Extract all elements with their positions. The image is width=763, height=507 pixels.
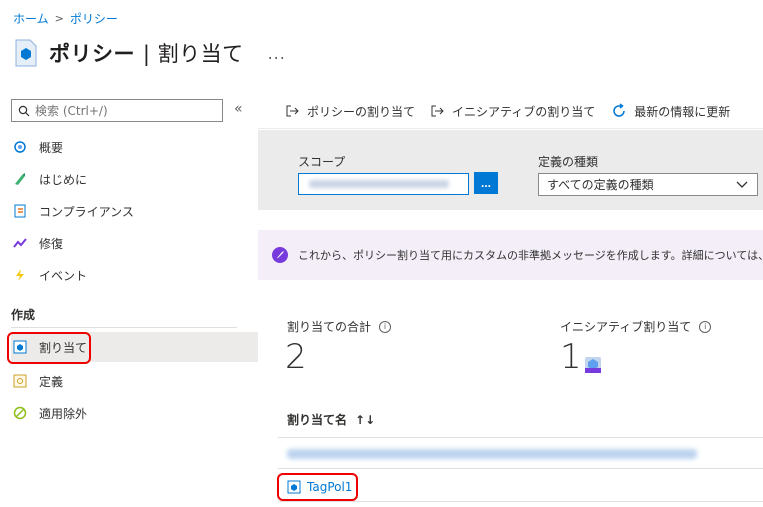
getting-started-icon: [13, 172, 27, 186]
table-header-divider: [278, 437, 763, 438]
info-icon[interactable]: i: [699, 320, 712, 333]
collapse-sidebar-button[interactable]: «: [234, 101, 243, 117]
info-banner: これから、ポリシー割り当て用にカスタムの非準拠メッセージを作成します。詳細につい…: [258, 230, 763, 280]
definitions-icon: [13, 374, 27, 388]
sidebar-item-getting-started[interactable]: はじめに: [11, 164, 258, 194]
highlight-box-assignments: [7, 332, 91, 364]
breadcrumb-separator-icon: >: [54, 12, 64, 25]
scope-picker-button[interactable]: ...: [474, 172, 498, 194]
command-bar: ポリシーの割り当て イニシアティブの割り当て 最新の情報に更新: [258, 96, 730, 126]
sidebar-item-overview[interactable]: 概要: [11, 132, 258, 162]
highlight-box-tagpol1: [277, 473, 358, 501]
refresh-button[interactable]: 最新の情報に更新: [611, 103, 730, 120]
remediation-icon: [13, 236, 27, 250]
sort-icon[interactable]: ↑↓: [355, 413, 375, 427]
initiative-icon: [585, 357, 601, 373]
sidebar-search[interactable]: [11, 99, 223, 122]
sidebar-item-remediation[interactable]: 修復: [11, 228, 258, 258]
sidebar-item-exemptions[interactable]: 適用除外: [11, 398, 258, 428]
refresh-icon: [613, 103, 626, 117]
definition-type-label: 定義の種類: [538, 155, 599, 169]
total-assignments-value: 2: [285, 337, 307, 377]
exemptions-icon: [13, 406, 27, 420]
sidebar-item-events[interactable]: イベント: [11, 260, 258, 290]
scope-value-redacted: [309, 180, 449, 188]
assign-arrow-icon: [431, 105, 444, 117]
breadcrumb: ホーム > ポリシー: [13, 10, 118, 27]
sidebar-section-authoring: 作成: [11, 308, 36, 322]
table-row-divider: [278, 468, 763, 469]
definition-type-select[interactable]: すべての定義の種類: [538, 173, 758, 196]
more-options-button[interactable]: ...: [268, 44, 286, 63]
toolbar-divider: [258, 128, 763, 129]
assign-policy-button[interactable]: ポリシーの割り当て: [286, 103, 415, 120]
info-icon[interactable]: i: [379, 320, 392, 333]
compliance-icon: [13, 204, 27, 218]
scope-input[interactable]: [298, 173, 469, 195]
policy-assignment-icon: [15, 39, 37, 67]
table-row-redacted[interactable]: [287, 449, 697, 459]
overview-icon: [13, 140, 27, 154]
events-icon: [13, 268, 27, 282]
initiative-assignments-value: 1: [560, 337, 582, 377]
sidebar-divider: [11, 327, 237, 328]
assign-initiative-button[interactable]: イニシアティブの割り当て: [431, 103, 595, 120]
page-header: ポリシー | 割り当て ...: [13, 38, 286, 68]
assign-arrow-icon: [286, 105, 299, 117]
initiative-assignments-label: イニシアティブ割り当て i: [560, 318, 712, 335]
breadcrumb-home[interactable]: ホーム: [13, 10, 49, 27]
table-row-divider: [278, 501, 763, 502]
scope-label: スコープ: [298, 155, 346, 169]
search-input[interactable]: [35, 103, 215, 118]
search-icon: [18, 105, 30, 116]
breadcrumb-policy[interactable]: ポリシー: [70, 10, 118, 27]
sidebar-item-compliance[interactable]: コンプライアンス: [11, 196, 258, 226]
page-title: ポリシー | 割り当て: [49, 42, 244, 66]
column-header-assignment-name[interactable]: 割り当て名 ↑↓: [287, 411, 375, 428]
sidebar-item-definitions[interactable]: 定義: [11, 366, 258, 396]
filter-panel: [258, 130, 763, 210]
chevron-down-icon: [736, 181, 748, 188]
total-assignments-label: 割り当ての合計 i: [287, 318, 392, 335]
rocket-icon: [272, 247, 288, 263]
